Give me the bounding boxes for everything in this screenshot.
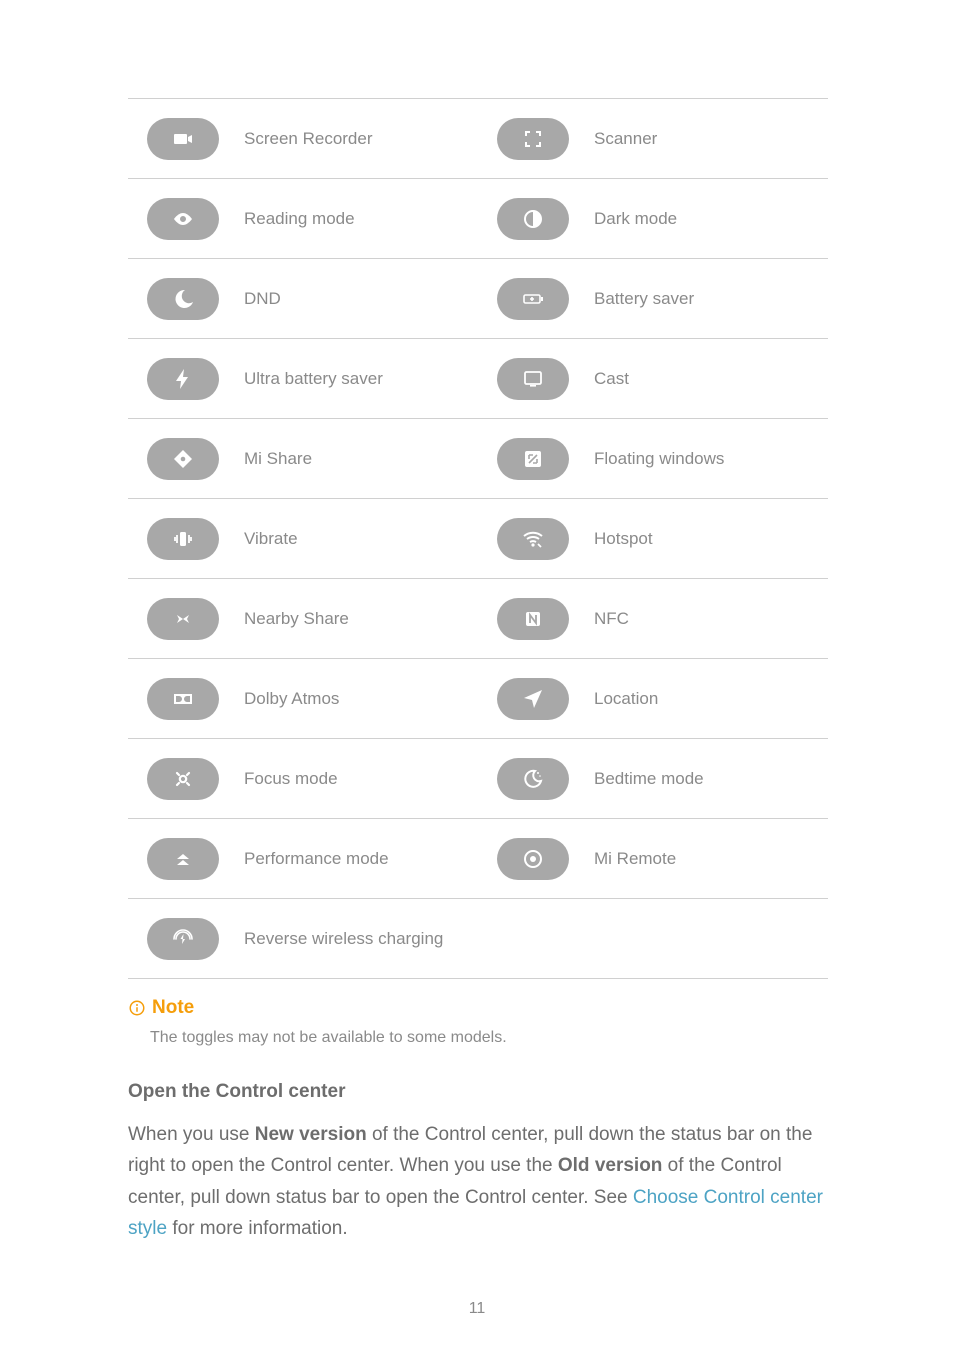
table-row: Focus mode Bedtime mode <box>128 739 828 819</box>
table-row: Reading mode Dark mode <box>128 179 828 259</box>
table-row: Reverse wireless charging <box>128 899 828 979</box>
toggle-label: Screen Recorder <box>238 99 478 179</box>
table-row: Screen Recorder Scanner <box>128 99 828 179</box>
icon-cell <box>128 419 238 499</box>
toggle-label: Vibrate <box>238 499 478 579</box>
info-icon <box>128 999 146 1017</box>
toggle-icons-table: Screen Recorder Scanner Reading mode Dark m… <box>128 98 828 979</box>
hotspot-icon <box>497 518 569 560</box>
icon-cell <box>128 659 238 739</box>
icon-cell <box>478 579 588 659</box>
vibrate-icon <box>147 518 219 560</box>
icon-cell <box>478 899 588 979</box>
icon-cell <box>478 99 588 179</box>
toggle-label: Floating windows <box>588 419 828 499</box>
camera-icon <box>147 118 219 160</box>
icon-cell <box>128 739 238 819</box>
scan-icon <box>497 118 569 160</box>
icon-cell <box>128 179 238 259</box>
toggle-label: Reverse wireless charging <box>238 899 478 979</box>
icon-cell <box>128 499 238 579</box>
table-row: Performance mode Mi Remote <box>128 819 828 899</box>
share-diamond-icon <box>147 438 219 480</box>
toggle-label: Mi Remote <box>588 819 828 899</box>
bedtime-icon <box>497 758 569 800</box>
toggle-label: DND <box>238 259 478 339</box>
toggle-label: Focus mode <box>238 739 478 819</box>
table-row: DND Battery saver <box>128 259 828 339</box>
icon-cell <box>128 579 238 659</box>
icon-cell <box>128 259 238 339</box>
table-row: Dolby Atmos Location <box>128 659 828 739</box>
dark-mode-icon <box>497 198 569 240</box>
icon-cell <box>128 99 238 179</box>
toggle-label: Battery saver <box>588 259 828 339</box>
performance-icon <box>147 838 219 880</box>
toggle-label: Reading mode <box>238 179 478 259</box>
bolt-icon <box>147 358 219 400</box>
floating-window-icon <box>497 438 569 480</box>
icon-cell <box>128 899 238 979</box>
nfc-icon <box>497 598 569 640</box>
icon-cell <box>478 499 588 579</box>
toggle-label: Scanner <box>588 99 828 179</box>
toggle-label: Ultra battery saver <box>238 339 478 419</box>
toggle-label: Hotspot <box>588 499 828 579</box>
focus-icon <box>147 758 219 800</box>
toggle-label: Dark mode <box>588 179 828 259</box>
eye-icon <box>147 198 219 240</box>
toggle-label: Nearby Share <box>238 579 478 659</box>
section-heading: Open the Control center <box>128 1081 826 1103</box>
dolby-icon <box>147 678 219 720</box>
toggle-label: Mi Share <box>238 419 478 499</box>
icon-cell <box>478 419 588 499</box>
toggle-label: Dolby Atmos <box>238 659 478 739</box>
icon-cell <box>128 819 238 899</box>
icon-cell <box>478 259 588 339</box>
page-number: 11 <box>0 1300 954 1318</box>
note-heading: Note <box>128 997 826 1019</box>
moon-icon <box>147 278 219 320</box>
table-row: Ultra battery saver Cast <box>128 339 828 419</box>
note-body: The toggles may not be available to some… <box>150 1029 826 1047</box>
icon-cell <box>478 179 588 259</box>
table-row: Vibrate Hotspot <box>128 499 828 579</box>
icon-cell <box>478 659 588 739</box>
nearby-icon <box>147 598 219 640</box>
remote-icon <box>497 838 569 880</box>
toggle-label: Cast <box>588 339 828 419</box>
icon-cell <box>478 739 588 819</box>
table-row: Nearby Share NFC <box>128 579 828 659</box>
section-paragraph: When you use New version of the Control … <box>128 1119 826 1244</box>
toggle-label: NFC <box>588 579 828 659</box>
battery-plus-icon <box>497 278 569 320</box>
icon-cell <box>128 339 238 419</box>
location-icon <box>497 678 569 720</box>
toggle-label: Performance mode <box>238 819 478 899</box>
reverse-charge-icon <box>147 918 219 960</box>
note-heading-text: Note <box>152 997 194 1019</box>
toggle-label: Bedtime mode <box>588 739 828 819</box>
toggle-label <box>588 899 828 979</box>
icon-cell <box>478 819 588 899</box>
icon-cell <box>478 339 588 419</box>
cast-icon <box>497 358 569 400</box>
toggle-label: Location <box>588 659 828 739</box>
table-row: Mi Share Floating windows <box>128 419 828 499</box>
